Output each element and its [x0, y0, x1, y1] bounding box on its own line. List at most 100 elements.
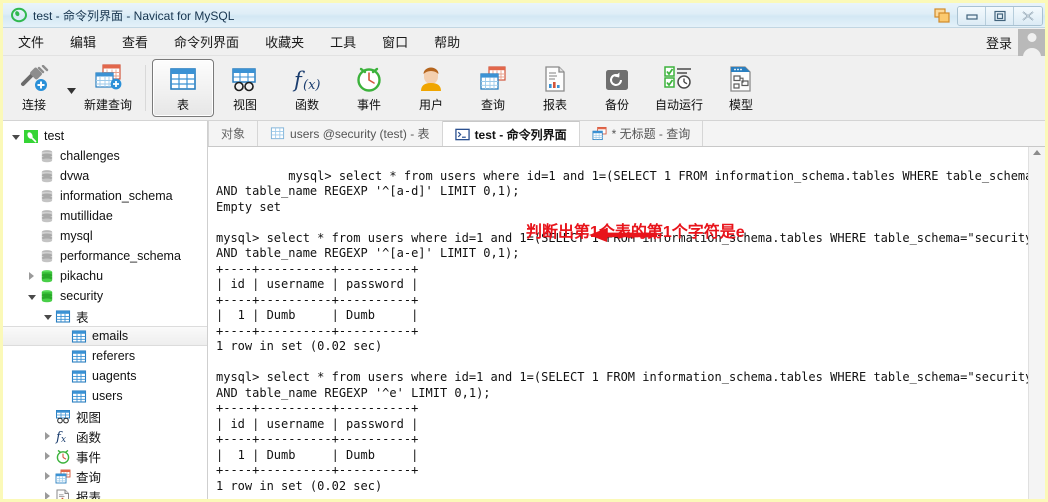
- sidebar-item-label: uagents: [92, 369, 137, 383]
- database-gray-icon: [38, 228, 55, 244]
- sidebar-item-label: dvwa: [60, 169, 90, 183]
- table-item-icon: [70, 348, 87, 364]
- toolbar-label-new-query: 新建查询: [83, 98, 132, 112]
- menu-item-edit[interactable]: 编辑: [59, 29, 107, 54]
- event-folder-icon: [54, 448, 71, 464]
- main-body: test challenges dvwa information_schemamuti…: [3, 121, 1045, 499]
- sidebar-item-information_schema[interactable]: information_schema: [3, 186, 207, 206]
- connection-node-icon: [22, 128, 39, 144]
- menu-item-view[interactable]: 查看: [111, 29, 159, 54]
- vertical-scrollbar[interactable]: [1028, 147, 1045, 499]
- sidebar-item-performance_schema[interactable]: performance_schema: [3, 246, 207, 266]
- sidebar-item-label: 表: [76, 310, 89, 325]
- sidebar-item-label: emails: [92, 329, 129, 343]
- menu-item-tools[interactable]: 工具: [319, 29, 367, 54]
- function-folder-icon: fx: [54, 428, 71, 444]
- sidebar-item-challenges[interactable]: challenges: [3, 146, 207, 166]
- table-tab-icon: [270, 127, 285, 141]
- tab-1[interactable]: users @security (test) - 表: [258, 121, 443, 146]
- tab-2[interactable]: test - 命令列界面: [442, 121, 580, 146]
- query-icon: [477, 63, 509, 93]
- sidebar-item-referers[interactable]: referers: [3, 346, 207, 366]
- toolbar-button-new-query[interactable]: 新建查询: [77, 59, 139, 117]
- function-icon: f (x): [290, 63, 324, 93]
- event-icon: [354, 63, 384, 93]
- menu-item-favorites[interactable]: 收藏夹: [254, 29, 315, 54]
- sidebar-item-dvwa[interactable]: dvwa: [3, 166, 207, 186]
- toolbar-button-event[interactable]: 事件: [338, 59, 400, 117]
- new-query-icon: [91, 63, 125, 93]
- sidebar-item-表[interactable]: 表: [3, 306, 207, 326]
- sidebar-item-label: mutillidae: [60, 209, 113, 223]
- sidebar-item-视图[interactable]: 视图: [3, 406, 207, 426]
- sidebar-item-函数[interactable]: f x 函数: [3, 426, 207, 446]
- table-item-icon: [70, 368, 87, 384]
- query-folder-icon: [54, 468, 71, 484]
- menu-item-file[interactable]: 文件: [7, 29, 55, 54]
- menu-item-help[interactable]: 帮助: [423, 29, 471, 54]
- connection-dropdown-caret-icon[interactable]: [65, 59, 77, 117]
- sidebar-item-查询[interactable]: 查询: [3, 466, 207, 486]
- chevron-right-icon[interactable]: [41, 472, 54, 480]
- sidebar-item-label: performance_schema: [60, 249, 181, 263]
- scroll-up-arrow-icon[interactable]: [1033, 150, 1041, 155]
- sidebar-item-事件[interactable]: 事件: [3, 446, 207, 466]
- chevron-right-icon[interactable]: [41, 492, 54, 499]
- terminal-area: mysql> select * from users where id=1 an…: [208, 147, 1045, 499]
- menu-item-window[interactable]: 窗口: [371, 29, 419, 54]
- sidebar-item-mysql[interactable]: mysql: [3, 226, 207, 246]
- console-tab-icon: [454, 127, 470, 141]
- chevron-right-icon[interactable]: [41, 432, 54, 440]
- sidebar-item-label: pikachu: [60, 269, 104, 283]
- toolbar-button-backup[interactable]: 备份: [586, 59, 648, 117]
- toolbar-button-view[interactable]: 视图: [214, 59, 276, 117]
- chevron-right-icon[interactable]: [25, 272, 38, 280]
- chevron-down-icon[interactable]: [41, 313, 54, 320]
- tab-3[interactable]: * 无标题 - 查询: [579, 121, 704, 146]
- automation-icon: [663, 63, 695, 93]
- login-button[interactable]: 登录: [986, 33, 1012, 52]
- tab-bar: 对象 users @security (test) - 表 test - 命令列界面…: [208, 121, 1045, 147]
- sidebar-item-label: 视图: [76, 410, 102, 425]
- sidebar-item-test[interactable]: test: [3, 126, 207, 146]
- sidebar-item-pikachu[interactable]: pikachu: [3, 266, 207, 286]
- chevron-down-icon[interactable]: [9, 133, 22, 140]
- toolbar-button-report[interactable]: 报表: [524, 59, 586, 117]
- toolbar-button-table[interactable]: 表: [152, 59, 214, 117]
- toolbar-button-function[interactable]: f (x) 函数: [276, 59, 338, 117]
- toolbar-button-model[interactable]: 模型: [710, 59, 772, 117]
- close-button[interactable]: [1014, 6, 1042, 25]
- cascade-windows-icon[interactable]: [931, 6, 953, 26]
- toolbar-label-model: 模型: [728, 98, 753, 112]
- toolbar-label-function: 函数: [294, 98, 319, 112]
- tab-label: 对象: [221, 127, 246, 141]
- chevron-right-icon[interactable]: [41, 452, 54, 460]
- sidebar-item-security[interactable]: security: [3, 286, 207, 306]
- sidebar-item-mutillidae[interactable]: mutillidae: [3, 206, 207, 226]
- sidebar-item-emails[interactable]: emails: [3, 326, 207, 346]
- database-gray-icon: [38, 148, 55, 164]
- tab-objects[interactable]: 对象: [208, 121, 259, 146]
- sidebar-item-users[interactable]: users: [3, 386, 207, 406]
- toolbar-button-query[interactable]: 查询: [462, 59, 524, 117]
- navicat-logo-icon: [11, 7, 27, 23]
- chevron-down-icon[interactable]: [25, 293, 38, 300]
- sidebar-item-报表[interactable]: 报表: [3, 486, 207, 499]
- user-avatar-icon[interactable]: [1018, 28, 1045, 56]
- minimize-button[interactable]: [958, 6, 986, 25]
- toolbar-button-user[interactable]: 用户: [400, 59, 462, 117]
- menu-item-console[interactable]: 命令列界面: [163, 29, 250, 54]
- sidebar-item-uagents[interactable]: uagents: [3, 366, 207, 386]
- sidebar-item-label: security: [60, 289, 104, 303]
- toolbar-button-automation[interactable]: 自动运行: [648, 59, 710, 117]
- database-gray-icon: [38, 168, 55, 184]
- toolbar-button-connection[interactable]: 连接: [3, 59, 65, 117]
- table-item-icon: [70, 328, 87, 344]
- content-pane: 对象 users @security (test) - 表 test - 命令列界面…: [208, 121, 1045, 499]
- maximize-button[interactable]: [986, 6, 1014, 25]
- console-output[interactable]: mysql> select * from users where id=1 an…: [208, 147, 1028, 499]
- svg-text:x: x: [61, 435, 66, 444]
- tab-label: test - 命令列界面: [474, 127, 567, 142]
- sidebar-item-label: mysql: [60, 229, 93, 243]
- connection-icon: [17, 63, 51, 93]
